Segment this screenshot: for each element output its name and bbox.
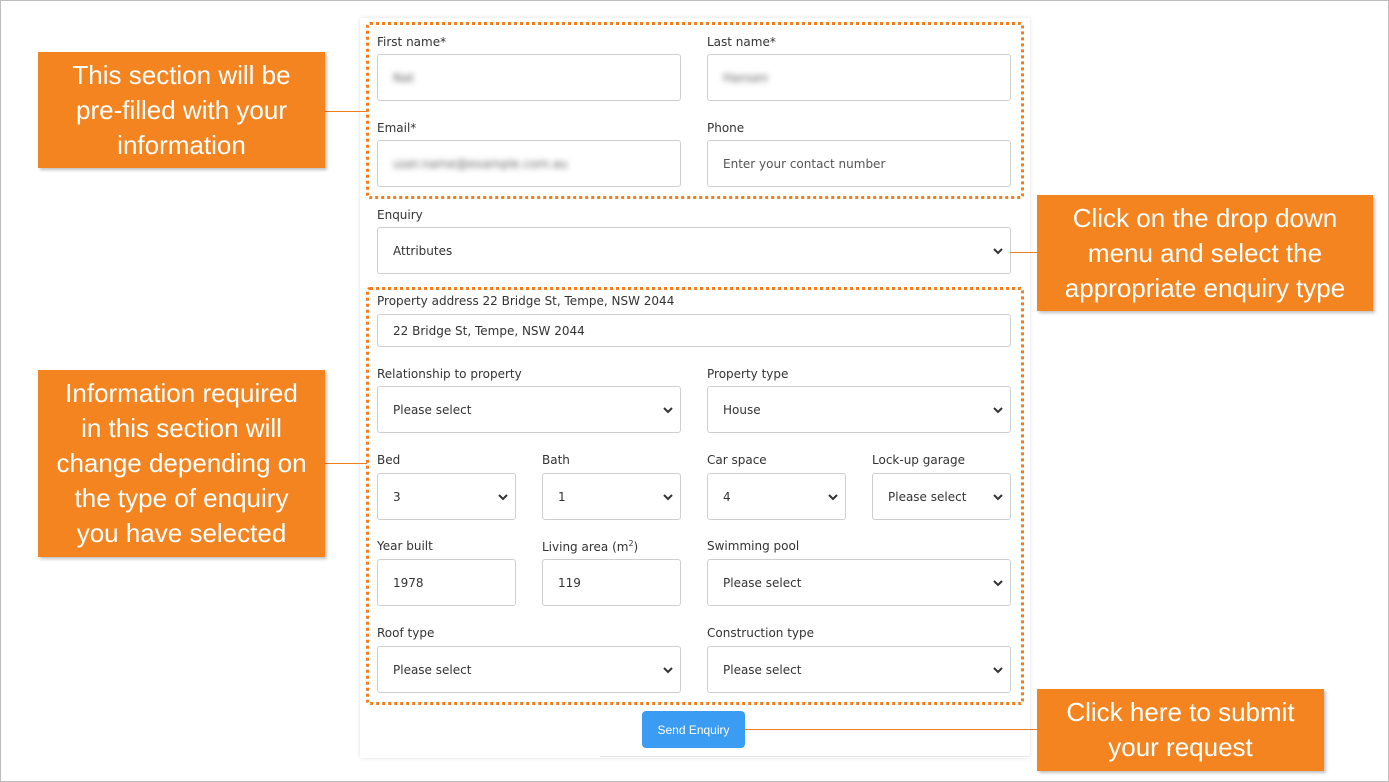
living-area-label-close: ): [633, 540, 639, 554]
enquiry-selected-value: Attributes: [393, 243, 453, 258]
chevron-down-icon: [993, 406, 1003, 413]
email-value: user.name@example.com.au: [393, 156, 568, 171]
chevron-down-icon: [828, 493, 838, 500]
roof-type-value: Please select: [393, 662, 472, 677]
living-area-label: Living area (m2): [542, 539, 638, 554]
first-name-label: First name*: [377, 35, 447, 49]
chevron-down-icon: [993, 579, 1003, 586]
phone-placeholder: Enter your contact number: [723, 156, 886, 171]
first-name-field[interactable]: Nat: [377, 54, 681, 101]
relationship-select[interactable]: Please select: [377, 386, 681, 433]
enquiry-label: Enquiry: [377, 208, 423, 222]
chevron-down-icon: [993, 666, 1003, 673]
required-connector-line: [325, 463, 367, 464]
prefilled-callout: This section will be pre-filled with you…: [38, 52, 325, 168]
living-area-label-text: Living area (m: [542, 540, 629, 554]
living-area-field[interactable]: 119: [542, 559, 681, 606]
chevron-down-icon: [993, 493, 1003, 500]
prefilled-connector-line: [325, 111, 367, 112]
year-built-field[interactable]: 1978: [377, 559, 516, 606]
swimming-pool-value: Please select: [723, 575, 802, 590]
last-name-label: Last name*: [707, 35, 776, 49]
property-type-select[interactable]: House: [707, 386, 1011, 433]
last-name-field[interactable]: Hansen: [707, 54, 1011, 101]
car-space-value: 4: [723, 489, 731, 504]
required-info-callout: Information required in this section wil…: [38, 370, 325, 557]
property-type-value: House: [723, 402, 761, 417]
garage-label: Lock-up garage: [872, 453, 965, 467]
phone-label: Phone: [707, 121, 745, 135]
year-built-label: Year built: [377, 539, 433, 553]
dropdown-connector-line: [1010, 252, 1038, 253]
construction-type-value: Please select: [723, 662, 802, 677]
email-label: Email*: [377, 121, 417, 135]
last-name-value: Hansen: [723, 70, 769, 85]
garage-select[interactable]: Please select: [872, 473, 1011, 520]
first-name-value: Nat: [393, 70, 415, 85]
construction-type-select[interactable]: Please select: [707, 646, 1011, 693]
chevron-down-icon: [993, 247, 1003, 254]
property-type-label: Property type: [707, 367, 789, 381]
enquiry-select[interactable]: Attributes: [377, 227, 1011, 274]
relationship-label: Relationship to property: [377, 367, 522, 381]
bath-value: 1: [558, 489, 566, 504]
year-built-value: 1978: [393, 575, 424, 590]
dropdown-callout: Click on the drop down menu and select t…: [1037, 195, 1373, 311]
chevron-down-icon: [663, 493, 673, 500]
relationship-value: Please select: [393, 402, 472, 417]
property-address-value: 22 Bridge St, Tempe, NSW 2044: [393, 323, 585, 338]
car-space-label: Car space: [707, 453, 767, 467]
property-address-field[interactable]: 22 Bridge St, Tempe, NSW 2044: [377, 314, 1011, 347]
living-area-value: 119: [558, 575, 581, 590]
swimming-pool-label: Swimming pool: [707, 539, 800, 553]
car-space-select[interactable]: 4: [707, 473, 846, 520]
chevron-down-icon: [498, 493, 508, 500]
bath-label: Bath: [542, 453, 570, 467]
phone-field[interactable]: Enter your contact number: [707, 140, 1011, 187]
divider: [600, 756, 1030, 757]
submit-connector-line: [745, 729, 1038, 730]
email-field[interactable]: user.name@example.com.au: [377, 140, 681, 187]
submit-callout: Click here to submit your request: [1037, 689, 1324, 771]
bath-select[interactable]: 1: [542, 473, 681, 520]
construction-type-label: Construction type: [707, 626, 815, 640]
garage-value: Please select: [888, 489, 967, 504]
swimming-pool-select[interactable]: Please select: [707, 559, 1011, 606]
chevron-down-icon: [663, 666, 673, 673]
roof-type-select[interactable]: Please select: [377, 646, 681, 693]
property-address-label: Property address 22 Bridge St, Tempe, NS…: [377, 294, 675, 308]
bed-value: 3: [393, 489, 401, 504]
send-enquiry-button[interactable]: Send Enquiry: [642, 711, 745, 748]
roof-type-label: Roof type: [377, 626, 435, 640]
bed-label: Bed: [377, 453, 401, 467]
chevron-down-icon: [663, 406, 673, 413]
bed-select[interactable]: 3: [377, 473, 516, 520]
